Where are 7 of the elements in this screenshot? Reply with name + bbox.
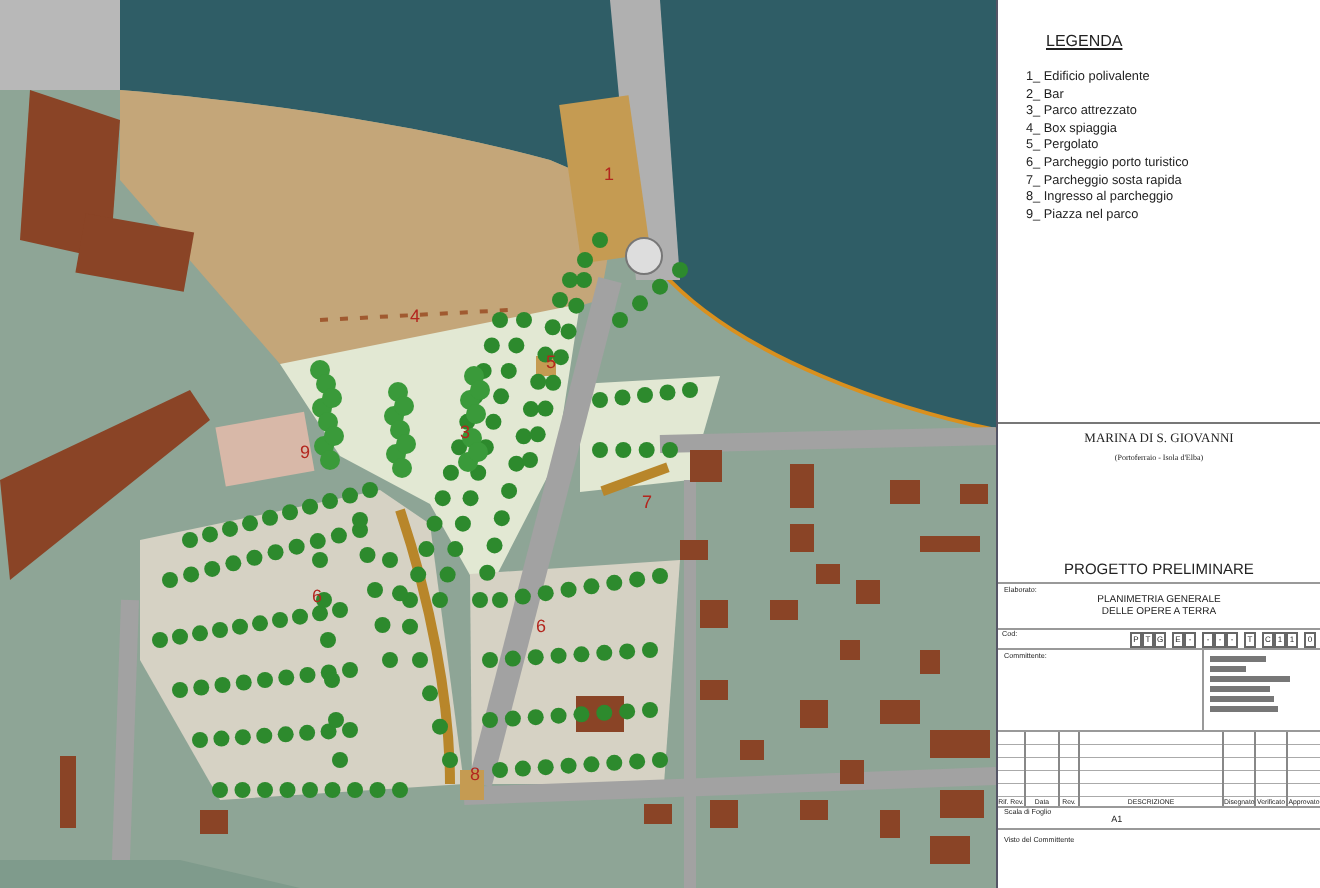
area-number: 4 [410, 306, 421, 326]
area-number: 8 [470, 764, 481, 784]
area-number: 9 [300, 442, 311, 462]
area-number: 6 [536, 616, 547, 636]
legend-title: LEGENDA [1046, 32, 1123, 50]
area-number: 7 [642, 492, 653, 512]
area-number: 1 [604, 164, 615, 184]
